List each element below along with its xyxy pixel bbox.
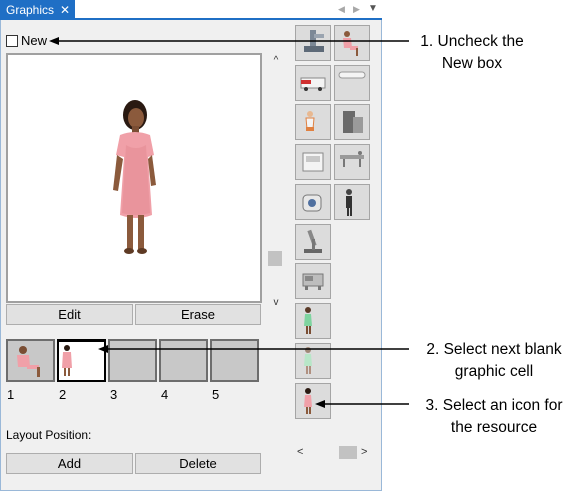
annotation-step-2: 2. Select next blank graphic cell	[426, 341, 562, 380]
annotation-step-3: 3. Select an icon for the resource	[425, 397, 563, 436]
annotation-step-1: 1. Uncheck the New box	[420, 33, 524, 72]
